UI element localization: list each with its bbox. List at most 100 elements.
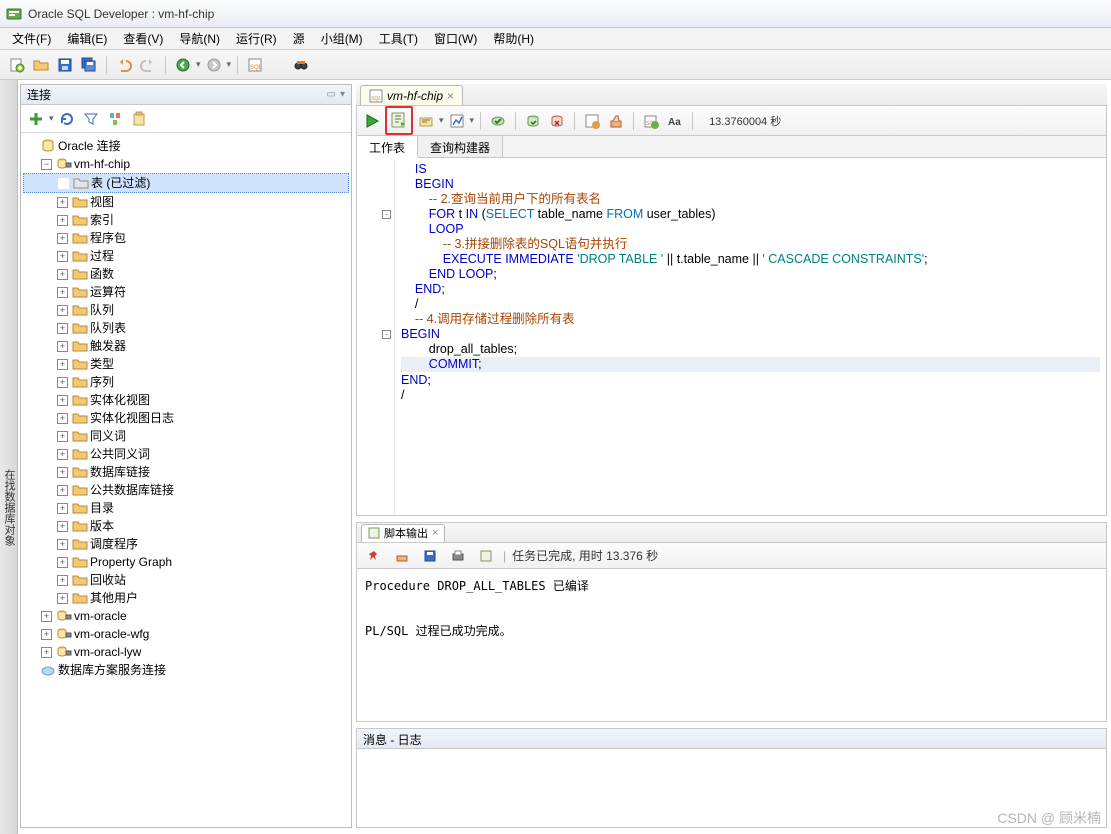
tree-toggle-icon[interactable]: +	[57, 431, 68, 442]
tree-node[interactable]: +Property Graph	[23, 553, 349, 571]
menu-item[interactable]: 工具(T)	[371, 28, 426, 49]
sql-worksheet-icon[interactable]: SQL	[244, 54, 266, 76]
tree-toggle-icon[interactable]: +	[57, 215, 68, 226]
save-icon[interactable]	[54, 54, 76, 76]
connections-tree[interactable]: Oracle 连接−vm-hf-chip表 (已过滤)+视图+索引+程序包+过程…	[21, 133, 351, 827]
filter-icon[interactable]	[80, 108, 102, 130]
tree-node[interactable]: +调度程序	[23, 535, 349, 553]
tree-node[interactable]: +队列表	[23, 319, 349, 337]
add-connection-icon[interactable]	[25, 108, 47, 130]
tree-toggle-icon[interactable]: +	[57, 521, 68, 532]
close-icon[interactable]: ×	[447, 89, 454, 103]
tree-toggle-icon[interactable]: +	[57, 323, 68, 334]
tree-node[interactable]: +公共数据库链接	[23, 481, 349, 499]
tree-toggle-icon[interactable]: +	[57, 557, 68, 568]
tree-node[interactable]: +运算符	[23, 283, 349, 301]
tree-node[interactable]: +vm-oracle	[23, 607, 349, 625]
explain-plan-icon[interactable]	[415, 110, 437, 132]
tree-node[interactable]: +序列	[23, 373, 349, 391]
tree-toggle-icon[interactable]: +	[57, 269, 68, 280]
tree-toggle-icon[interactable]: +	[57, 467, 68, 478]
run-statement-icon[interactable]	[361, 110, 383, 132]
save-output-icon[interactable]	[419, 545, 441, 567]
tns-icon[interactable]	[104, 108, 126, 130]
tree-node[interactable]: +实体化视图	[23, 391, 349, 409]
tree-toggle-icon[interactable]: +	[41, 611, 52, 622]
minimize-icon[interactable]: ▭	[327, 89, 336, 100]
menu-item[interactable]: 文件(F)	[4, 28, 59, 49]
uppercase-icon[interactable]: Aa	[664, 110, 686, 132]
refresh-icon[interactable]	[56, 108, 78, 130]
menu-item[interactable]: 帮助(H)	[485, 28, 542, 49]
tree-toggle-icon[interactable]: +	[57, 305, 68, 316]
tree-toggle-icon[interactable]: +	[57, 359, 68, 370]
tree-node[interactable]: 表 (已过滤)	[23, 173, 349, 193]
tree-node[interactable]: +类型	[23, 355, 349, 373]
tree-toggle-icon[interactable]: +	[41, 647, 52, 658]
tree-toggle-icon[interactable]: +	[57, 197, 68, 208]
code-editor[interactable]: -- IS BEGIN -- 2.查询当前用户下的所有表名 FOR t IN (…	[356, 158, 1107, 516]
tree-toggle-icon[interactable]: +	[57, 575, 68, 586]
tree-toggle-icon[interactable]: +	[57, 233, 68, 244]
tree-node[interactable]: Oracle 连接	[23, 137, 349, 155]
script-output-tab[interactable]: 脚本输出 ×	[361, 524, 445, 542]
tab-worksheet[interactable]: 工作表	[357, 136, 418, 158]
menu-item[interactable]: 源	[285, 28, 313, 49]
binoculars-icon[interactable]	[290, 54, 312, 76]
eraser-icon[interactable]	[391, 545, 413, 567]
tree-toggle-icon[interactable]: +	[57, 503, 68, 514]
tree-toggle-icon[interactable]: +	[57, 539, 68, 550]
tree-toggle-icon[interactable]: +	[57, 341, 68, 352]
tree-node[interactable]: +索引	[23, 211, 349, 229]
tree-node[interactable]: +过程	[23, 247, 349, 265]
tree-node[interactable]: +版本	[23, 517, 349, 535]
tree-node[interactable]: +vm-oracle-wfg	[23, 625, 349, 643]
autotrace-icon[interactable]	[446, 110, 468, 132]
tree-toggle-icon[interactable]: +	[41, 629, 52, 640]
vertical-tab-dbsearch[interactable]: 在找数据库对象	[0, 80, 18, 834]
tree-node[interactable]: +视图	[23, 193, 349, 211]
tree-toggle-icon[interactable]: +	[57, 449, 68, 460]
menu-item[interactable]: 窗口(W)	[426, 28, 485, 49]
dropdown-icon[interactable]: ▾	[340, 89, 345, 100]
undo-icon[interactable]	[113, 54, 135, 76]
db-rollback-icon[interactable]	[546, 110, 568, 132]
buffer-icon[interactable]	[475, 545, 497, 567]
close-icon[interactable]: ×	[432, 527, 438, 539]
save-all-icon[interactable]	[78, 54, 100, 76]
redo-icon[interactable]	[137, 54, 159, 76]
menu-item[interactable]: 运行(R)	[228, 28, 285, 49]
tree-node[interactable]: +队列	[23, 301, 349, 319]
tree-toggle-icon[interactable]: +	[57, 251, 68, 262]
tree-toggle-icon[interactable]: +	[57, 395, 68, 406]
log-body[interactable]	[357, 749, 1106, 827]
nav-back-icon[interactable]	[172, 54, 194, 76]
tree-node[interactable]: 数据库方案服务连接	[23, 661, 349, 679]
tree-node[interactable]: +函数	[23, 265, 349, 283]
menu-item[interactable]: 导航(N)	[171, 28, 228, 49]
tree-node[interactable]: −vm-hf-chip	[23, 155, 349, 173]
tree-toggle-icon[interactable]: +	[57, 485, 68, 496]
open-icon[interactable]	[30, 54, 52, 76]
unshared-sql-icon[interactable]	[581, 110, 603, 132]
tree-node[interactable]: +公共同义词	[23, 445, 349, 463]
tree-toggle-icon[interactable]: +	[57, 413, 68, 424]
menu-item[interactable]: 编辑(E)	[59, 28, 115, 49]
tree-node[interactable]: +触发器	[23, 337, 349, 355]
tree-node[interactable]: +回收站	[23, 571, 349, 589]
tree-node[interactable]: +程序包	[23, 229, 349, 247]
tree-node[interactable]: +数据库链接	[23, 463, 349, 481]
tree-toggle-icon[interactable]: +	[57, 377, 68, 388]
menu-item[interactable]: 查看(V)	[115, 28, 171, 49]
tree-toggle-icon[interactable]: +	[57, 593, 68, 604]
clear-icon[interactable]	[605, 110, 627, 132]
tab-query-builder[interactable]: 查询构建器	[418, 136, 503, 158]
tree-toggle-icon[interactable]: −	[41, 159, 52, 170]
db-commit-icon[interactable]	[522, 110, 544, 132]
tree-node[interactable]: +其他用户	[23, 589, 349, 607]
clipboard-icon[interactable]	[128, 108, 150, 130]
sql-history-icon[interactable]: SQL	[640, 110, 662, 132]
commit-icon[interactable]	[487, 110, 509, 132]
tree-node[interactable]: +目录	[23, 499, 349, 517]
new-icon[interactable]	[6, 54, 28, 76]
